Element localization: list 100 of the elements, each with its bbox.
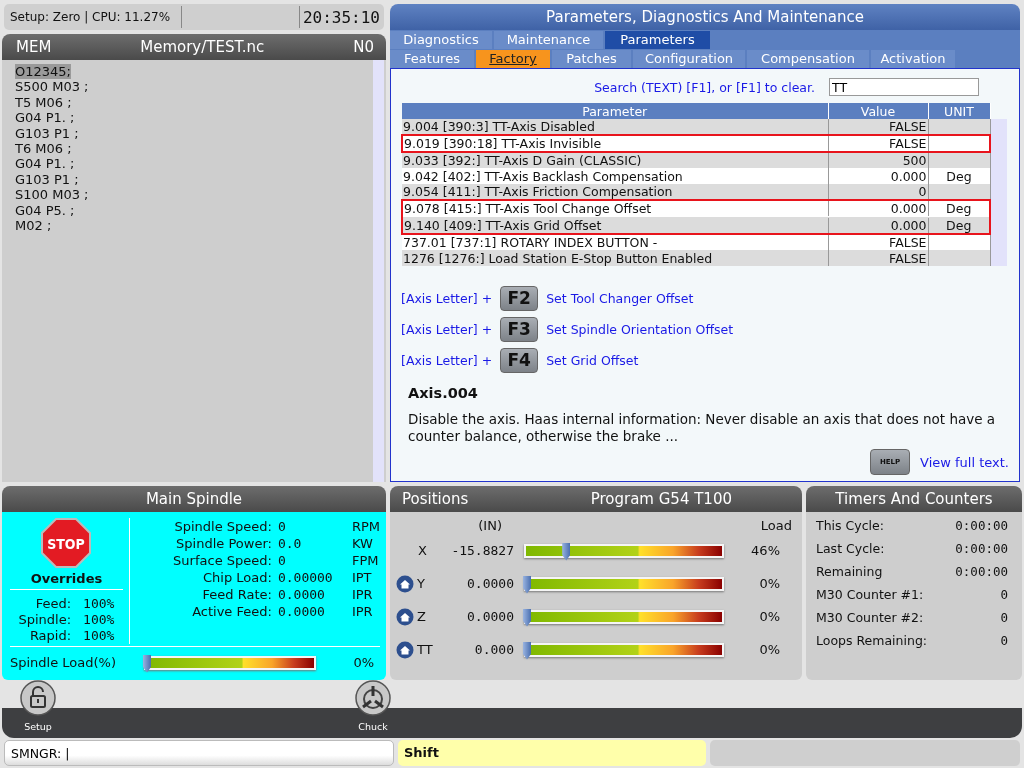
- table-cell: 9.004 [390:3] TT-Axis Disabled: [402, 119, 828, 135]
- stat-unit: IPT: [351, 569, 373, 586]
- code-line[interactable]: G04 P1. ;: [15, 110, 75, 126]
- override-value: 100%: [83, 596, 115, 612]
- table-cell: [928, 184, 990, 200]
- axis-name: TT: [417, 642, 433, 657]
- shortcut-action: Set Spindle Orientation Offset: [546, 322, 734, 337]
- dock-button[interactable]: Setup: [14, 680, 62, 738]
- dock-button[interactable]: Chuck: [349, 680, 397, 738]
- table-cell: Deg: [928, 217, 990, 234]
- table-cell: 9.019 [390:18] TT-Axis Invisible: [402, 135, 828, 152]
- code-line[interactable]: S100 M03 ;: [15, 187, 89, 203]
- stat-label: Feed Rate:: [201, 586, 272, 603]
- search-field[interactable]: TT: [829, 78, 979, 96]
- axis-position: -15.8827: [450, 543, 514, 558]
- scrollbar[interactable]: [991, 119, 1007, 266]
- help-title: Axis.004: [408, 385, 479, 401]
- unit-header: (IN): [477, 517, 503, 533]
- table-cell: FALSE: [828, 250, 928, 266]
- axis-position: 0.000: [473, 642, 514, 657]
- table-cell: 0.000: [828, 200, 928, 217]
- input-mode: Shift: [398, 740, 706, 766]
- key-cap: F4: [500, 348, 539, 373]
- code-line[interactable]: T5 M06 ;: [15, 94, 72, 111]
- stat-value: 0.0000: [277, 586, 326, 603]
- axis-name: Z: [417, 609, 426, 624]
- timer-label: Last Cycle:: [816, 541, 886, 558]
- timer-value: 0: [999, 587, 1008, 604]
- load-header: Load: [760, 517, 792, 533]
- program-mode: MEM: [16, 38, 52, 56]
- shortcut-prefix: [Axis Letter] +: [401, 291, 493, 306]
- help-text: Disable the axis. Haas internal information: Never disable an axis that does not have a counter balance, otherwise the brake ...: [408, 411, 997, 445]
- shortcut-prefix: [Axis Letter] +: [401, 353, 493, 368]
- table-cell: 9.078 [415:] TT-Axis Tool Change Offset: [402, 200, 828, 217]
- table-cell: [928, 119, 990, 135]
- table-cell: 0.000: [828, 168, 928, 184]
- load-label: Spindle Load(%): [10, 655, 118, 670]
- search-hint: Search (TEXT) [F1], or [F1] to clear.: [594, 79, 815, 95]
- stat-unit: KW: [351, 535, 374, 552]
- load-reading: 0%: [758, 642, 780, 657]
- axis-name: Y: [417, 576, 425, 591]
- column-header: Parameter: [402, 103, 828, 119]
- shortcut-action: Set Grid Offset: [546, 353, 639, 368]
- chuck-icon: [355, 680, 391, 716]
- axis-position: 0.0000: [466, 576, 514, 591]
- table-cell: 9.140 [409:] TT-Axis Grid Offset: [402, 217, 828, 234]
- stop-label: STOP: [47, 536, 86, 552]
- stat-label: Active Feed:: [191, 603, 272, 620]
- override-value: 100%: [83, 612, 115, 628]
- stat-value: 0: [277, 552, 287, 569]
- tab[interactable]: Parameters: [605, 31, 710, 49]
- timer-label: This Cycle:: [816, 518, 885, 535]
- table-cell: 1276 [1276:] Load Station E-Stop Button Enabled: [402, 250, 828, 266]
- table-cell: [928, 250, 990, 266]
- stat-unit: IPR: [351, 603, 374, 620]
- subtab[interactable]: Factory: [476, 50, 550, 68]
- stat-label: Spindle Speed:: [173, 518, 272, 535]
- load-reading: 0%: [758, 576, 780, 591]
- line-number: N0: [353, 38, 374, 56]
- home-icon: [396, 640, 414, 659]
- table-cell: FALSE: [828, 135, 928, 152]
- code-line[interactable]: G103 P1 ;: [15, 171, 79, 188]
- stat-unit: IPR: [351, 586, 374, 603]
- code-line[interactable]: M02 ;: [15, 218, 52, 234]
- help-link[interactable]: View full text.: [920, 454, 1009, 470]
- code-line[interactable]: G04 P5. ;: [15, 202, 75, 219]
- table-cell: 0: [828, 184, 928, 200]
- stat-label: Chip Load:: [202, 569, 272, 586]
- stat-value: 0.0000: [277, 603, 326, 620]
- stat-value: 0.0: [277, 535, 303, 552]
- panel-title: Main Spindle: [2, 486, 386, 512]
- table-cell: Deg: [928, 200, 990, 217]
- command-field[interactable]: SMNGR: |: [4, 740, 394, 766]
- load-reading: 0%: [352, 655, 374, 670]
- timer-label: M30 Counter #2:: [816, 610, 925, 627]
- timer-value: 0:00:00: [955, 564, 1008, 581]
- timer-value: 0:00:00: [955, 541, 1008, 558]
- home-icon: [396, 607, 414, 626]
- column-header: Value: [828, 103, 928, 119]
- timer-label: Remaining: [816, 564, 884, 581]
- key-cap: F2: [500, 286, 539, 311]
- stat-unit: RPM: [351, 518, 380, 535]
- axis-name: X: [418, 543, 427, 558]
- code-line[interactable]: G103 P1 ;: [15, 125, 79, 142]
- code-line[interactable]: S500 M03 ;: [15, 79, 89, 95]
- scrollbar[interactable]: [373, 60, 384, 482]
- padlock-icon: [20, 680, 56, 716]
- stat-unit: FPM: [351, 552, 380, 569]
- override-label: Rapid:: [28, 628, 72, 644]
- program-file: Memory/TEST.nc: [140, 38, 265, 56]
- timer-value: 0:00:00: [955, 518, 1008, 535]
- override-value: 100%: [83, 628, 115, 644]
- shortcut-action: Set Tool Changer Offset: [546, 291, 694, 306]
- code-line[interactable]: T6 M06 ;: [15, 141, 72, 157]
- timer-label: Loops Remaining:: [816, 633, 929, 650]
- panel-title: Parameters, Diagnostics And Maintenance: [390, 4, 1020, 30]
- timer-value: 0: [999, 633, 1008, 650]
- column-header: UNIT: [928, 103, 990, 119]
- timer-value: 0: [999, 610, 1008, 627]
- code-line[interactable]: G04 P1. ;: [15, 156, 75, 172]
